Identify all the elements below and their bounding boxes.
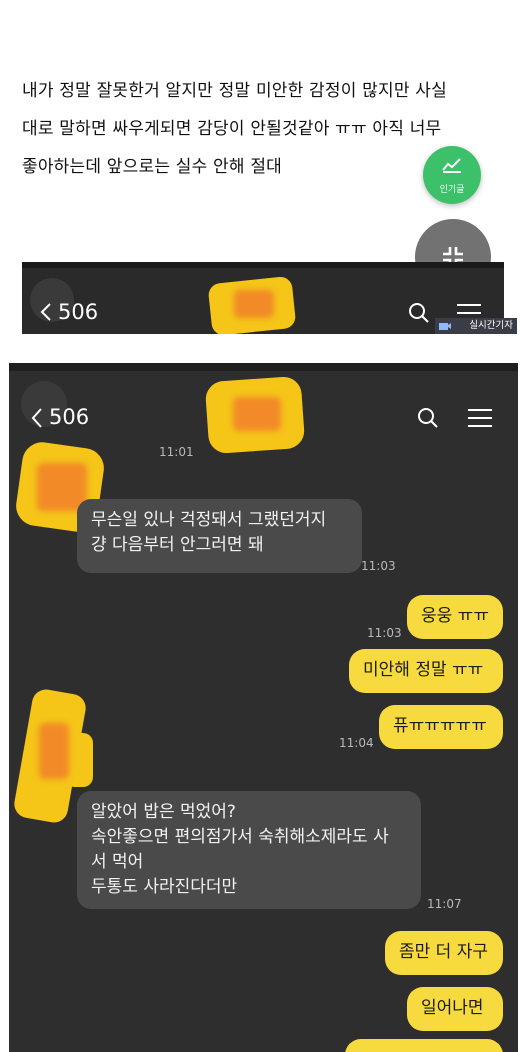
- message-bubble-outgoing: 미안해 정말 ㅠㅠ: [349, 649, 503, 693]
- chat-screenshot-2: 506 11:01 무슨일 있나 걱정돼서 그랬던거지 걍 다음부터 안그러면 …: [9, 363, 518, 1052]
- message-line: 걍 다음부터 안그러면 돼: [91, 535, 264, 555]
- message-bubble-outgoing: 퓨ㅠㅠㅠㅠㅠ: [379, 705, 503, 749]
- search-icon[interactable]: [408, 302, 430, 324]
- unread-count: 506: [49, 405, 90, 429]
- message-bubble-outgoing: 일어나면: [407, 987, 503, 1031]
- chevron-left-icon[interactable]: [40, 302, 52, 322]
- status-strip: [9, 363, 518, 371]
- camera-icon: [439, 323, 451, 330]
- censor-blob-core: [39, 723, 69, 779]
- message-line: 두통도 사라진다더만: [91, 877, 238, 897]
- popular-label: 인기글: [439, 185, 465, 195]
- message-time: 11:03: [361, 559, 396, 573]
- post-line: 내가 정말 잘못한거 알지만 정말 미안한 감정이 많지만 사실: [22, 81, 447, 101]
- unread-count: 506: [58, 300, 99, 324]
- message-time: 11:03: [367, 626, 402, 640]
- watermark: 실시간기자: [435, 318, 517, 334]
- watermark-text: 실시간기자: [469, 320, 513, 331]
- censor-blob-core: [234, 290, 274, 318]
- message-bubble-incoming: 무슨일 있나 걱정돼서 그랬던거지 걍 다음부터 안그러면 돼: [77, 499, 362, 573]
- message-line: 무슨일 있나 걱정돼서 그랬던거지: [91, 510, 327, 530]
- popular-posts-button[interactable]: 인기글: [423, 146, 481, 204]
- trending-chart-icon: [442, 158, 461, 173]
- message-bubble-outgoing: 좀만 더 자구: [385, 931, 503, 975]
- message-line: 속안좋으면 편의점가서 숙취해소제라도 사: [91, 827, 389, 847]
- censor-blob-core: [233, 397, 281, 431]
- search-icon[interactable]: [417, 407, 439, 429]
- message-bubble-incoming: 알았어 밥은 먹었어? 속안좋으면 편의점가서 숙취해소제라도 사 서 먹어 두…: [77, 791, 421, 909]
- message-line: 알았어 밥은 먹었어?: [91, 802, 236, 822]
- message-time: 11:01: [159, 445, 194, 459]
- post-line: 대로 말하면 싸우게되면 감당이 안될것같아 ㅠㅠ 아직 너무: [22, 119, 442, 139]
- message-time: 11:07: [427, 897, 462, 911]
- chevron-left-icon[interactable]: [31, 407, 43, 429]
- message-bubble-outgoing: 웅웅 ㅠㅠ: [407, 595, 503, 639]
- status-strip: [22, 262, 504, 268]
- message-line: 서 먹어: [91, 852, 144, 872]
- menu-icon[interactable]: [467, 407, 493, 429]
- chat-screenshot-1: 506: [22, 262, 504, 334]
- message-bubble-outgoing-partial: [345, 1039, 503, 1052]
- censor-blob: [65, 733, 93, 787]
- message-time: 11:04: [339, 736, 374, 750]
